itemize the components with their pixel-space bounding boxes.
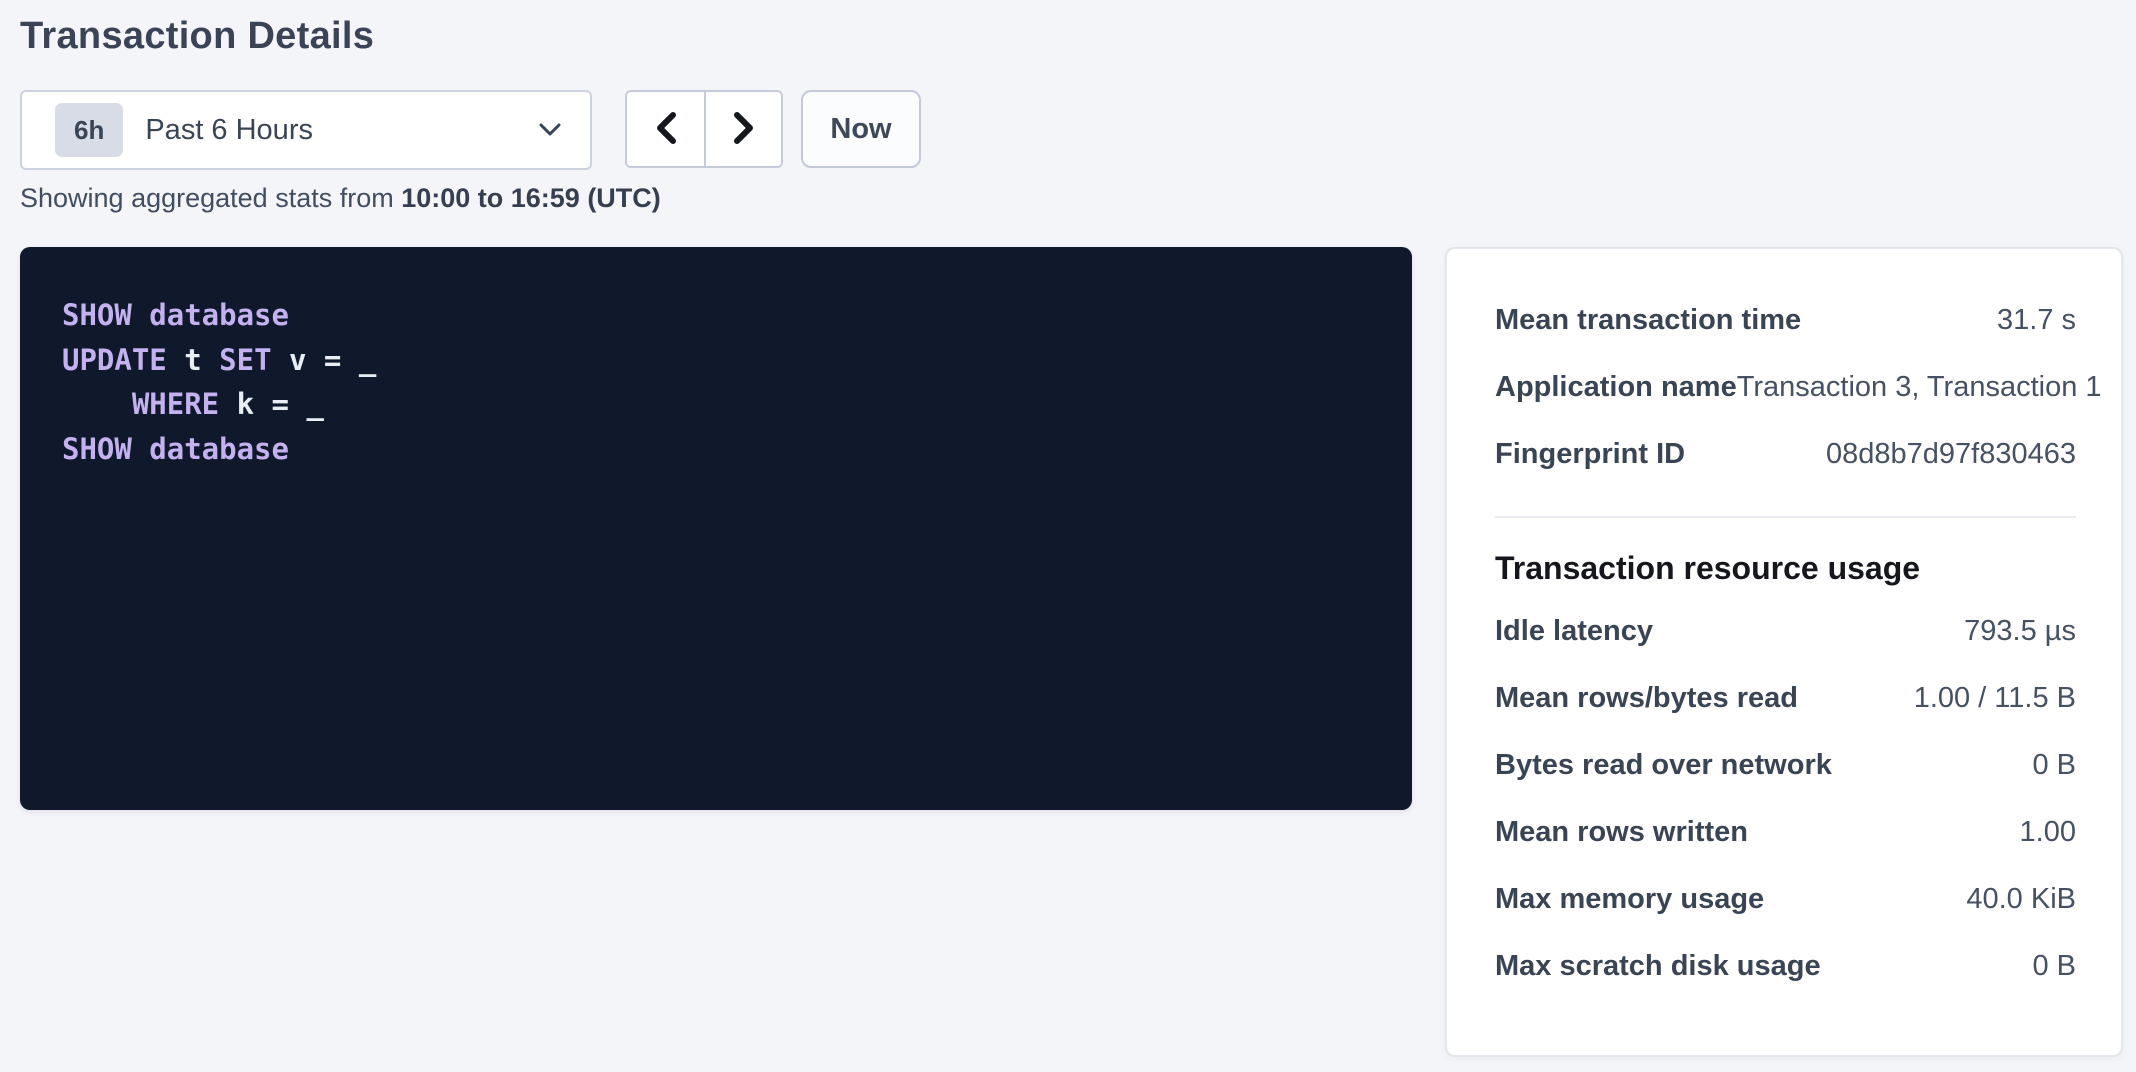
- stat-value: 1.00: [2020, 816, 2076, 849]
- stat-row-max-scratch-disk-usage: Max scratch disk usage 0 B: [1495, 933, 2076, 1000]
- transaction-stats-card: Mean transaction time 31.7 s Application…: [1445, 247, 2123, 1057]
- stat-label: Bytes read over network: [1495, 749, 1832, 782]
- stat-row-bytes-read-over-network: Bytes read over network 0 B: [1495, 732, 2076, 799]
- next-time-button[interactable]: [704, 92, 781, 166]
- caption-prefix: Showing aggregated stats from: [20, 183, 401, 213]
- chevron-left-icon: [652, 111, 680, 148]
- main-content: SHOW database UPDATE t SET v = _ WHERE k…: [20, 247, 2123, 1057]
- stat-value: 0 B: [2032, 950, 2076, 983]
- stat-value: 793.5 µs: [1964, 615, 2076, 648]
- stat-label: Mean transaction time: [1495, 304, 1801, 337]
- time-range-selected-label: Past 6 Hours: [145, 114, 538, 147]
- sql-token: SHOW database: [62, 298, 289, 332]
- sql-token: SHOW database: [62, 432, 289, 466]
- chevron-down-icon: [538, 122, 562, 138]
- stat-value: 40.0 KiB: [1966, 883, 2076, 916]
- time-range-badge: 6h: [55, 103, 123, 157]
- stat-label: Application name: [1495, 371, 1737, 404]
- chevron-right-icon: [730, 111, 758, 148]
- page-title: Transaction Details: [20, 14, 2123, 58]
- stat-row-idle-latency: Idle latency 793.5 µs: [1495, 598, 2076, 665]
- sql-token: WHERE: [132, 387, 219, 421]
- stat-value: 1.00 / 11.5 B: [1914, 682, 2076, 715]
- stat-row-mean-rows-bytes-read: Mean rows/bytes read 1.00 / 11.5 B: [1495, 665, 2076, 732]
- sql-token: v = _: [272, 343, 377, 377]
- time-controls: 6h Past 6 Hours: [20, 90, 2123, 170]
- sql-token: k = _: [219, 387, 324, 421]
- sql-statement-viewer: SHOW database UPDATE t SET v = _ WHERE k…: [20, 247, 1412, 810]
- stat-label: Idle latency: [1495, 615, 1653, 648]
- stat-value: 0 B: [2032, 749, 2076, 782]
- card-divider: [1495, 516, 2076, 518]
- stat-row-mean-rows-written: Mean rows written 1.00: [1495, 799, 2076, 866]
- stat-value: 31.7 s: [1997, 304, 2076, 337]
- stat-label: Mean rows/bytes read: [1495, 682, 1798, 715]
- sql-token: t: [167, 343, 219, 377]
- time-nav-button-group: [625, 90, 783, 168]
- previous-time-button[interactable]: [627, 92, 704, 166]
- caption-time-range: 10:00 to 16:59 (UTC): [401, 183, 661, 213]
- sql-token: SET: [219, 343, 271, 377]
- transaction-details-page: Transaction Details 6h Past 6 Hours: [0, 0, 2136, 1057]
- sql-token: UPDATE: [62, 343, 167, 377]
- stat-value: 08d8b7d97f830463: [1826, 438, 2076, 471]
- aggregated-stats-caption: Showing aggregated stats from 10:00 to 1…: [20, 184, 2123, 212]
- time-range-dropdown[interactable]: 6h Past 6 Hours: [20, 90, 592, 170]
- stat-row-application-name: Application name Transaction 3, Transact…: [1495, 354, 2076, 421]
- stat-label: Max scratch disk usage: [1495, 950, 1821, 983]
- stat-row-fingerprint-id: Fingerprint ID 08d8b7d97f830463: [1495, 421, 2076, 488]
- stat-row-max-memory-usage: Max memory usage 40.0 KiB: [1495, 866, 2076, 933]
- stat-label: Fingerprint ID: [1495, 438, 1685, 471]
- stat-label: Mean rows written: [1495, 816, 1748, 849]
- stat-label: Max memory usage: [1495, 883, 1764, 916]
- stat-row-mean-transaction-time: Mean transaction time 31.7 s: [1495, 287, 2076, 354]
- now-button[interactable]: Now: [801, 90, 921, 168]
- stat-value: Transaction 3, Transaction 1: [1737, 371, 2102, 404]
- sql-indent: [62, 387, 132, 421]
- resource-usage-heading: Transaction resource usage: [1495, 546, 2076, 590]
